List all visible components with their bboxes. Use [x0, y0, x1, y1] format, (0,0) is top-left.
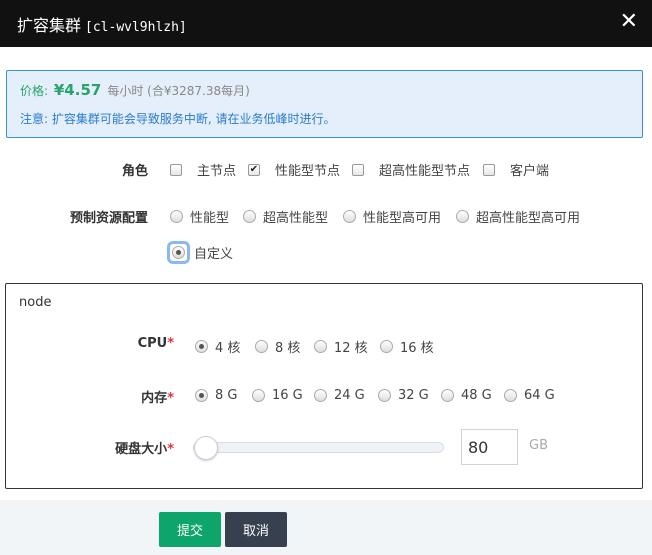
dialog-header: 扩容集群 [cl-wvl9hlzh] ✕ [0, 0, 652, 47]
role-label: 角色 [121, 164, 148, 179]
disk-size-slider[interactable] [193, 442, 444, 453]
memory-option[interactable]: 8 G [195, 388, 237, 403]
radio[interactable] [170, 210, 183, 223]
cpu-option[interactable]: 4 核 [195, 337, 240, 356]
radio-focus-ring [170, 244, 187, 261]
checkbox[interactable] [170, 163, 182, 176]
memory-option[interactable]: 24 G [314, 388, 365, 403]
radio[interactable] [252, 389, 265, 402]
option-label: 64 G [524, 388, 555, 403]
preset-option[interactable]: 超高性能型 [243, 207, 328, 226]
radio[interactable] [343, 210, 356, 223]
option-label: 性能型节点 [275, 164, 341, 179]
label-text: 内存 [141, 391, 168, 406]
radio[interactable] [441, 389, 454, 402]
radio[interactable] [456, 210, 469, 223]
submit-button[interactable]: 提交 [159, 512, 221, 547]
memory-option[interactable]: 48 G [441, 388, 492, 403]
option-label: 自定义 [194, 247, 234, 262]
cpu-option[interactable]: 16 核 [380, 337, 434, 356]
cluster-id: [cl-wvl9hlzh] [85, 20, 187, 35]
option-label: 32 G [398, 388, 429, 403]
radio[interactable] [504, 389, 517, 402]
radio-selected[interactable] [195, 340, 208, 353]
price-label: 价格: [20, 84, 49, 98]
option-label: 客户端 [510, 164, 550, 179]
option-label: 48 G [461, 388, 492, 403]
radio-selected[interactable] [172, 246, 185, 259]
notice-text: 注意: 扩容集群可能会导致服务中断, 请在业务低峰时进行。 [20, 112, 336, 126]
option-label: 4 核 [215, 341, 241, 356]
title-text: 扩容集群 [17, 16, 82, 35]
cpu-option[interactable]: 12 核 [314, 337, 368, 356]
radio[interactable] [255, 340, 268, 353]
radio[interactable] [243, 210, 256, 223]
price-value: ¥4.57 [53, 81, 102, 99]
option-label: 8 G [215, 388, 238, 403]
option-label: 16 核 [400, 341, 434, 356]
option-label: 性能型 [190, 211, 230, 226]
required-mark: * [167, 336, 174, 351]
option-label: 12 核 [334, 341, 368, 356]
cpu-label: CPU* [100, 336, 174, 351]
role-option-ultra[interactable]: 超高性能型节点 [352, 160, 470, 179]
option-label: 性能型高可用 [363, 211, 442, 226]
option-label: 超高性能型节点 [379, 164, 471, 179]
label-text: CPU [137, 336, 168, 351]
price-line: 价格: ¥4.57 每小时 (合¥3287.38每月) [20, 81, 250, 99]
memory-option[interactable]: 16 G [252, 388, 303, 403]
disk-label: 硬盘大小* [90, 438, 174, 457]
dialog-title: 扩容集群 [cl-wvl9hlzh] [17, 12, 187, 36]
role-option-master[interactable]: 主节点 [170, 160, 236, 179]
slider-handle[interactable] [194, 436, 218, 460]
label-text: 硬盘大小 [115, 442, 168, 457]
close-icon[interactable]: ✕ [620, 9, 638, 34]
option-label: 超高性能型高可用 [476, 211, 581, 226]
checkbox[interactable] [352, 163, 364, 176]
dialog-footer [0, 500, 652, 555]
required-mark: * [167, 391, 174, 406]
memory-option[interactable]: 32 G [378, 388, 429, 403]
disk-size-input[interactable] [461, 429, 518, 465]
cancel-button[interactable]: 取消 [225, 512, 287, 547]
option-label: 16 G [272, 388, 303, 403]
preset-label: 预制资源配置 [69, 211, 148, 226]
radio[interactable] [314, 389, 327, 402]
price-notice-box: 价格: ¥4.57 每小时 (合¥3287.38每月) 注意: 扩容集群可能会导致… [6, 70, 643, 138]
role-option-client[interactable]: 客户端 [483, 160, 549, 179]
required-mark: * [167, 442, 174, 457]
radio-selected[interactable] [195, 389, 208, 402]
cpu-option[interactable]: 8 核 [255, 337, 300, 356]
radio[interactable] [380, 340, 393, 353]
disk-unit: GB [529, 438, 548, 453]
preset-option[interactable]: 性能型 [170, 207, 229, 226]
radio[interactable] [378, 389, 391, 402]
option-label: 8 核 [275, 341, 301, 356]
option-label: 超高性能型 [263, 211, 329, 226]
checkbox[interactable] [483, 163, 495, 176]
node-title: node [19, 295, 52, 310]
preset-option[interactable]: 性能型高可用 [343, 207, 441, 226]
preset-option-custom[interactable]: 自定义 [170, 243, 233, 262]
node-config-box: node [5, 283, 643, 489]
option-label: 24 G [334, 388, 365, 403]
radio[interactable] [314, 340, 327, 353]
role-option-performance[interactable]: ✔ 性能型节点 [248, 160, 340, 179]
memory-option[interactable]: 64 G [504, 388, 555, 403]
price-unit: 每小时 (合¥3287.38每月) [107, 84, 250, 98]
checkbox-checked[interactable]: ✔ [248, 163, 260, 176]
memory-label: 内存* [100, 387, 174, 406]
option-label: 主节点 [197, 164, 237, 179]
preset-option[interactable]: 超高性能型高可用 [456, 207, 580, 226]
